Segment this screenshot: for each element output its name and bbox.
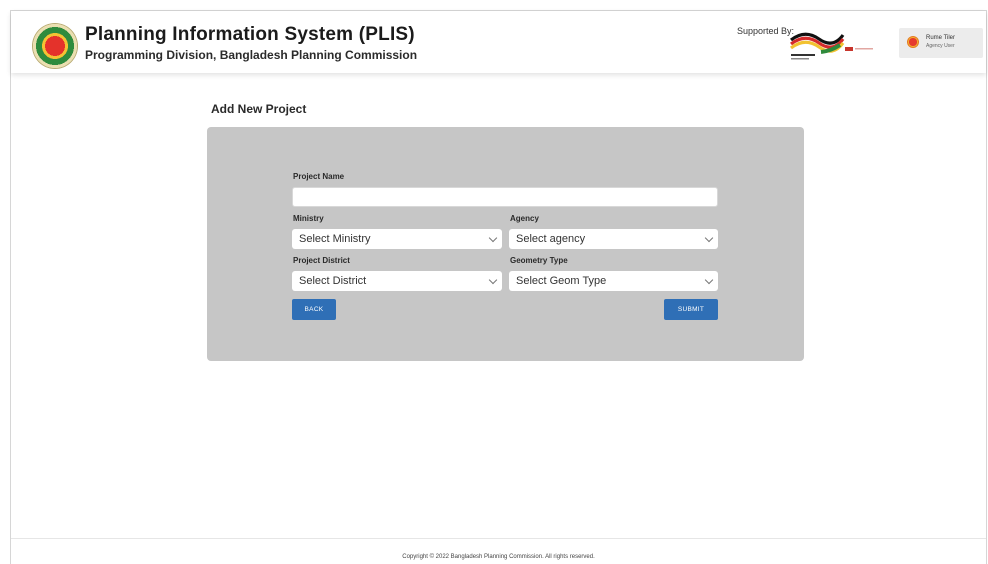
footer-divider bbox=[11, 538, 986, 539]
app-title: Planning Information System (PLIS) bbox=[85, 24, 415, 45]
user-menu[interactable]: Rume Tiler Agency User bbox=[899, 28, 983, 58]
ministry-select[interactable]: Select Ministry bbox=[292, 229, 502, 249]
add-project-form: Project Name Ministry Select Ministry Ag… bbox=[207, 127, 804, 361]
chevron-down-icon bbox=[488, 233, 498, 243]
chevron-down-icon bbox=[488, 275, 498, 285]
back-button[interactable]: BACK bbox=[292, 299, 336, 320]
page-title: Add New Project bbox=[211, 102, 307, 116]
geometry-type-select[interactable]: Select Geom Type bbox=[509, 271, 718, 291]
chevron-down-icon bbox=[704, 233, 714, 243]
geometry-type-label: Geometry Type bbox=[510, 256, 568, 265]
agency-label: Agency bbox=[510, 214, 539, 223]
sponsor-logos: german giz bbox=[785, 25, 881, 63]
agency-select-value: Select agency bbox=[516, 233, 586, 245]
german-cooperation-logo bbox=[790, 32, 873, 60]
ministry-label: Ministry bbox=[293, 214, 324, 223]
ministry-select-value: Select Ministry bbox=[299, 233, 371, 245]
project-name-input[interactable] bbox=[292, 187, 718, 207]
user-name: Rume Tiler bbox=[926, 35, 956, 41]
top-header: Planning Information System (PLIS) Progr… bbox=[11, 11, 986, 73]
user-avatar-icon bbox=[907, 36, 919, 48]
project-district-select[interactable]: Select District bbox=[292, 271, 502, 291]
bangladesh-emblem-logo bbox=[33, 24, 77, 68]
app-window: Planning Information System (PLIS) Progr… bbox=[10, 10, 987, 564]
app-subtitle: Programming Division, Bangladesh Plannin… bbox=[85, 48, 418, 62]
submit-button[interactable]: SUBMIT bbox=[664, 299, 718, 320]
user-role: Agency User bbox=[926, 43, 955, 49]
project-district-select-value: Select District bbox=[299, 275, 367, 287]
chevron-down-icon bbox=[704, 275, 714, 285]
agency-select[interactable]: Select agency bbox=[509, 229, 718, 249]
project-district-label: Project District bbox=[293, 256, 350, 265]
footer-copyright: Copyright © 2022 Bangladesh Planning Com… bbox=[402, 554, 595, 560]
geometry-type-select-value: Select Geom Type bbox=[516, 275, 607, 287]
project-name-label: Project Name bbox=[293, 172, 345, 181]
